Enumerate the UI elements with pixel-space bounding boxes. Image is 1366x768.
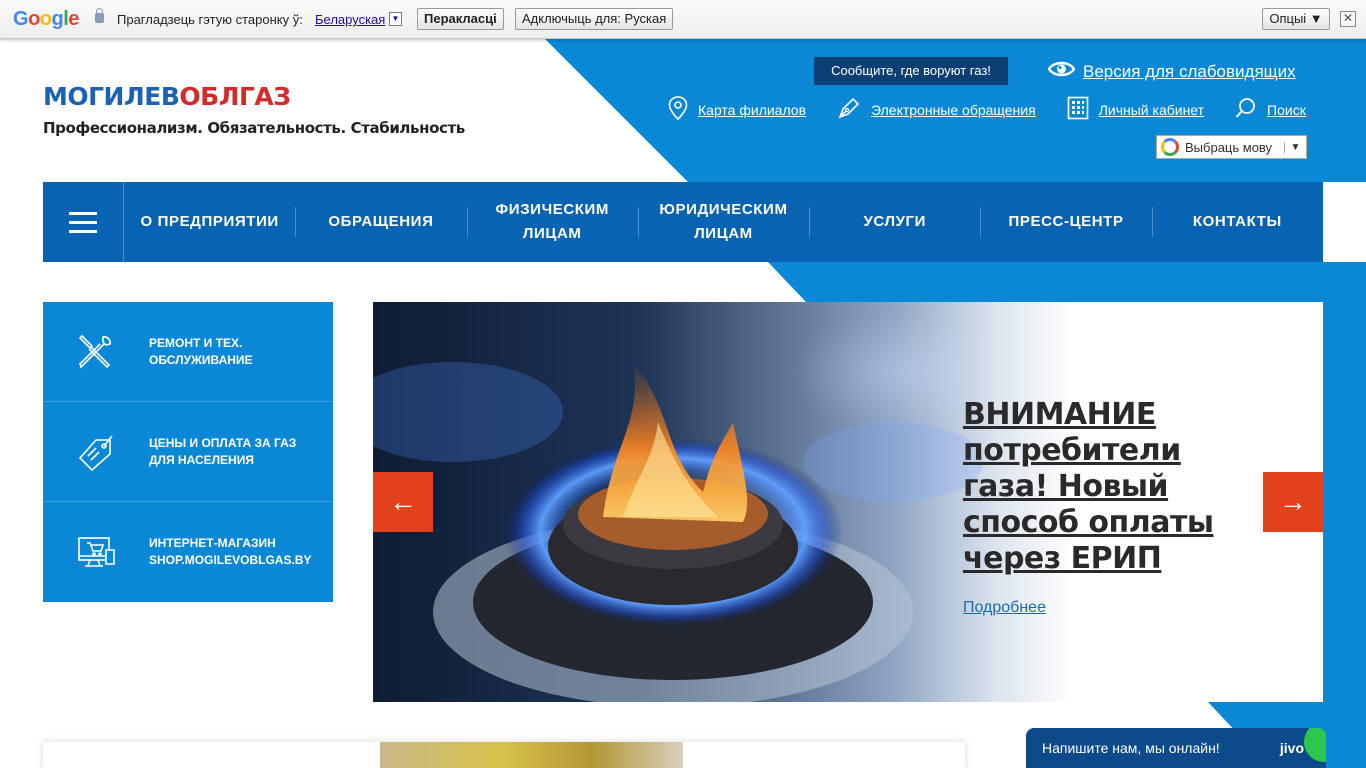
news-cards-strip — [43, 742, 965, 768]
quick-links-panel: Ремонт и тех. обслуживание Цены и оплата … — [43, 302, 333, 602]
nav-item-individuals[interactable]: ФИЗИЧЕСКИМ ЛИЦАМ — [466, 198, 638, 246]
quick-link-shop-line2: shop.mogilevoblgas.by — [149, 553, 312, 567]
logo-part-1: МОГИЛЕВ — [43, 82, 180, 111]
quick-link-shop[interactable]: Интернет-магазин shop.mogilevoblgas.by — [43, 502, 333, 602]
translate-button[interactable]: Перакласці — [417, 8, 504, 30]
building-icon — [1067, 96, 1089, 123]
e-appeals-label: Электронные обращения — [871, 101, 1036, 118]
quick-link-shop-line1: Интернет-магазин — [149, 536, 276, 550]
logo-part-2: ОБЛГАЗ — [179, 82, 291, 111]
personal-account-link[interactable]: Личный кабинет — [1067, 96, 1204, 123]
nav-item-legal-entities[interactable]: ЮРИДИЧЕСКИМ ЛИЦАМ — [637, 198, 809, 246]
language-dropdown-icon[interactable]: ▼ — [389, 12, 402, 26]
slide-title[interactable]: ВНИМАНИЕ потребители газа! Новый способ … — [963, 397, 1263, 577]
language-select-label: Выбраць мову — [1185, 139, 1273, 155]
nav-item-press-center[interactable]: ПРЕСС-ЦЕНТР — [980, 207, 1151, 237]
gas-theft-report-button[interactable]: Сообщите, где воруют газ! — [814, 57, 1008, 85]
translate-language-link[interactable]: Беларуская — [315, 12, 385, 27]
gas-burner-image — [373, 312, 993, 702]
nav-item-about[interactable]: О ПРЕДПРИЯТИИ — [124, 207, 295, 237]
translate-options-button[interactable]: Опцыі ▼ — [1262, 8, 1330, 30]
arrow-left-icon: ← — [389, 486, 417, 517]
hamburger-line — [69, 220, 97, 224]
online-shop-icon — [43, 532, 149, 572]
branch-map-link[interactable]: Карта филиалов — [668, 96, 806, 123]
disable-translate-button[interactable]: Адключыць для: Руская — [515, 8, 674, 30]
right-blue-strip — [1323, 302, 1366, 702]
main-nav: О ПРЕДПРИЯТИИ ОБРАЩЕНИЯ ФИЗИЧЕСКИМ ЛИЦАМ… — [43, 182, 1323, 262]
personal-account-label: Личный кабинет — [1098, 101, 1205, 118]
price-tag-icon — [43, 432, 149, 472]
news-photo — [380, 742, 683, 768]
eye-icon — [1047, 60, 1076, 83]
tools-icon — [43, 332, 149, 372]
quick-link-prices-line1: Цены и оплата за газ — [149, 435, 297, 450]
chat-prompt: Напишите нам, мы онлайн! — [1042, 740, 1220, 756]
close-icon[interactable]: ✕ — [1340, 11, 1356, 27]
hamburger-menu-button[interactable] — [43, 182, 124, 262]
search-label: Поиск — [1267, 101, 1306, 118]
google-g-icon — [1161, 138, 1179, 156]
slide-more-link[interactable]: Подробнее — [963, 599, 1046, 617]
quick-link-repair[interactable]: Ремонт и тех. обслуживание — [43, 302, 333, 402]
accessibility-version-label: Версия для слабовидящих — [1083, 61, 1296, 81]
jivo-logo: jivo — [1279, 740, 1304, 756]
chat-status-indicator — [1304, 728, 1326, 762]
language-select[interactable]: Выбраць мову ▼ — [1156, 135, 1307, 159]
mid-blue-diagonal — [768, 262, 1366, 302]
site-logo[interactable]: МОГИЛЕВОБЛГАЗ — [43, 82, 291, 111]
arrow-right-icon: → — [1279, 486, 1307, 517]
online-chat-widget[interactable]: Напишите нам, мы онлайн! jivo — [1026, 728, 1326, 768]
slider-prev-button[interactable]: ← — [373, 472, 433, 532]
map-pin-icon — [668, 96, 688, 123]
header-links: Карта филиалов Электронные обращения Лич… — [668, 96, 1306, 123]
slider-next-button[interactable]: → — [1263, 472, 1323, 532]
tagline: Профессионализм. Обязательность. Стабиль… — [43, 119, 465, 137]
quick-link-prices-line2: для населения — [149, 452, 254, 467]
hamburger-line — [69, 211, 97, 215]
translate-prompt: Прагладзець гэтую старонку ў: — [117, 12, 303, 27]
accessibility-version-link[interactable]: Версия для слабовидящих — [1047, 60, 1296, 83]
hamburger-line — [69, 229, 97, 233]
quick-link-repair-line1: Ремонт и тех. — [149, 335, 243, 350]
nav-item-appeals[interactable]: ОБРАЩЕНИЯ — [295, 207, 466, 237]
nav-item-contacts[interactable]: КОНТАКТЫ — [1151, 207, 1323, 237]
translate-bar: Google Прагладзець гэтую старонку ў: Бел… — [0, 0, 1366, 39]
chevron-down-icon: ▼ — [1284, 141, 1306, 153]
pen-icon — [837, 96, 861, 123]
search-link[interactable]: Поиск — [1235, 97, 1306, 122]
google-logo: Google — [13, 8, 79, 30]
nav-item-services[interactable]: УСЛУГИ — [809, 207, 980, 237]
lock-icon — [95, 8, 104, 23]
quick-link-prices[interactable]: Цены и оплата за газ для населения — [43, 402, 333, 502]
quick-link-repair-line2: обслуживание — [149, 352, 253, 367]
search-icon — [1235, 97, 1257, 122]
branch-map-label: Карта филиалов — [698, 101, 807, 118]
e-appeals-link[interactable]: Электронные обращения — [837, 96, 1036, 123]
hero-slider: ВНИМАНИЕ потребители газа! Новый способ … — [373, 302, 1323, 702]
